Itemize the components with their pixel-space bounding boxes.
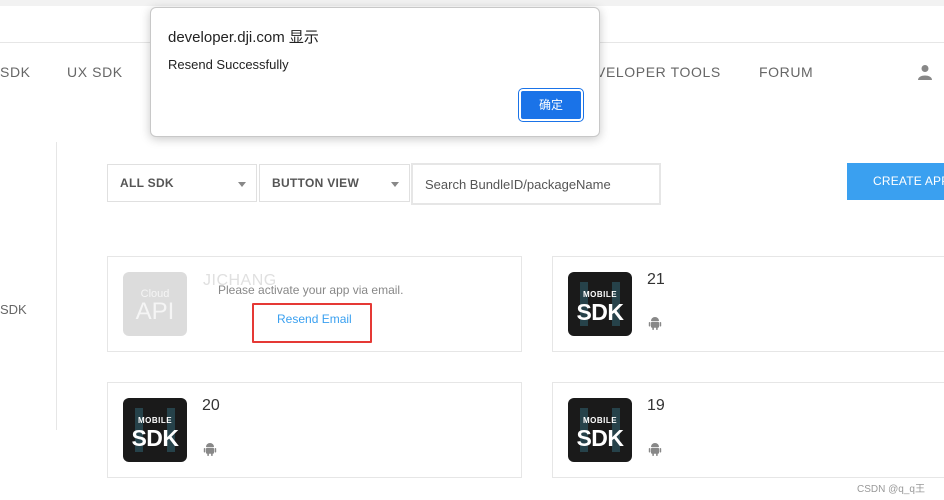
mobile-sdk-logo-bottom: SDK [131, 425, 179, 451]
chevron-down-icon [238, 182, 246, 187]
dialog-title: developer.dji.com 显示 [168, 29, 319, 46]
search-input[interactable] [411, 163, 661, 205]
user-icon[interactable] [917, 64, 933, 80]
sidebar-divider [56, 142, 57, 430]
mobile-sdk-logo-bottom: SDK [576, 425, 624, 451]
mobile-sdk-logo-top: MOBILE [582, 416, 618, 425]
create-app-button[interactable]: CREATE APP [847, 163, 944, 200]
activation-message: Please activate your app via email. [218, 283, 404, 297]
nav-item-ux-sdk[interactable]: UX SDK [67, 64, 123, 80]
android-icon [648, 443, 662, 456]
mobile-sdk-logo: MOBILE SDK [568, 398, 632, 462]
alert-dialog: developer.dji.com 显示 Resend Successfully… [150, 7, 600, 137]
dialog-message: Resend Successfully [168, 57, 289, 72]
android-icon [648, 317, 662, 330]
watermark: CSDN @q_q王 [857, 484, 925, 495]
android-icon [203, 443, 217, 456]
app-name: 21 [647, 271, 665, 288]
mobile-sdk-logo: MOBILE SDK [568, 272, 632, 336]
cloud-api-logo-bottom: API [135, 298, 175, 325]
mobile-sdk-logo-bottom: SDK [576, 299, 624, 325]
mobile-sdk-logo-top: MOBILE [137, 416, 173, 425]
nav-item-sdk[interactable]: SDK [0, 64, 31, 80]
app-name: 20 [202, 397, 220, 414]
mobile-sdk-logo: MOBILE SDK [123, 398, 187, 462]
view-mode-select[interactable]: BUTTON VIEW [259, 164, 410, 202]
sdk-filter-value: ALL SDK [120, 176, 174, 190]
annotation-highlight-box [252, 303, 372, 343]
nav-item-developer-tools[interactable]: VELOPER TOOLS [596, 64, 721, 80]
chevron-down-icon [391, 182, 399, 187]
dialog-ok-button[interactable]: 确定 [518, 88, 584, 122]
mobile-sdk-logo-top: MOBILE [582, 290, 618, 299]
nav-item-forum[interactable]: FORUM [759, 64, 813, 80]
sidebar-item-sdk[interactable]: SDK [0, 302, 27, 317]
app-name: 19 [647, 397, 665, 414]
cloud-api-logo: Cloud API [123, 272, 187, 336]
view-mode-value: BUTTON VIEW [272, 176, 360, 190]
sdk-filter-select[interactable]: ALL SDK [107, 164, 257, 202]
